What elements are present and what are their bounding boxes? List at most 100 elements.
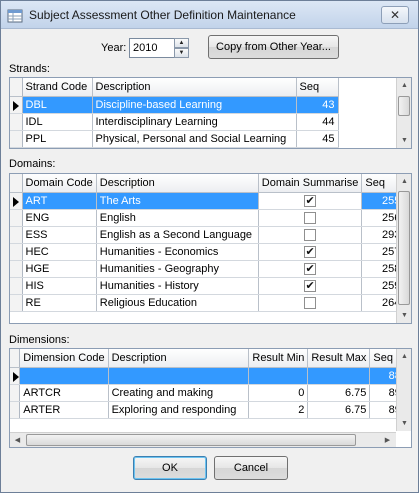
- cancel-button[interactable]: Cancel: [214, 456, 288, 480]
- checkbox[interactable]: ✔: [304, 262, 317, 275]
- row-header[interactable]: [10, 130, 23, 148]
- table-row[interactable]: ARTER Exploring and responding 2 6.75 89…: [10, 401, 411, 419]
- dimension-result-max-cell[interactable]: [307, 367, 371, 385]
- row-header[interactable]: [10, 226, 23, 244]
- row-header[interactable]: [10, 277, 23, 295]
- domain-description-cell[interactable]: The Arts: [96, 192, 259, 210]
- column-header[interactable]: Description: [108, 349, 250, 368]
- row-header[interactable]: [10, 401, 21, 419]
- table-row[interactable]: HIS Humanities - History ✔ 259: [10, 277, 405, 295]
- close-button[interactable]: ✕: [381, 6, 409, 24]
- row-header[interactable]: [10, 384, 21, 402]
- dimension-code-cell[interactable]: [19, 367, 109, 385]
- column-header[interactable]: Description: [92, 78, 297, 97]
- column-header[interactable]: Result Min: [248, 349, 309, 368]
- column-header[interactable]: Result Max: [307, 349, 371, 368]
- domain-description-cell[interactable]: English: [96, 209, 259, 227]
- dimension-result-min-cell[interactable]: [248, 367, 309, 385]
- checkbox[interactable]: ✔: [304, 194, 317, 207]
- row-header[interactable]: [10, 209, 23, 227]
- table-row[interactable]: ENG English 256: [10, 209, 405, 227]
- spin-down-icon[interactable]: ▼: [174, 48, 189, 58]
- domain-summarise-cell[interactable]: ✔: [258, 243, 363, 261]
- year-spinner[interactable]: ▲ ▼: [174, 38, 189, 58]
- strand-seq-cell[interactable]: 44: [296, 113, 339, 131]
- dimension-description-cell[interactable]: Exploring and responding: [108, 401, 250, 419]
- dimension-code-cell[interactable]: ARTER: [19, 401, 109, 419]
- column-header[interactable]: Domain Summarise: [258, 174, 363, 193]
- domain-code-cell[interactable]: ESS: [22, 226, 97, 244]
- domain-code-cell[interactable]: ENG: [22, 209, 97, 227]
- table-row[interactable]: 889: [10, 367, 411, 385]
- domain-description-cell[interactable]: Religious Education: [96, 294, 259, 312]
- table-row[interactable]: PPL Physical, Personal and Social Learni…: [10, 130, 339, 148]
- scroll-up-icon[interactable]: ▲: [397, 174, 411, 189]
- copy-from-other-year-button[interactable]: Copy from Other Year...: [208, 35, 339, 59]
- domain-code-cell[interactable]: HIS: [22, 277, 97, 295]
- table-row[interactable]: ART The Arts ✔ 255: [10, 192, 405, 210]
- domain-summarise-cell[interactable]: ✔: [258, 277, 363, 295]
- scroll-left-icon[interactable]: ◀: [10, 433, 25, 447]
- domains-grid[interactable]: Domain Code Description Domain Summarise…: [9, 173, 412, 324]
- row-header[interactable]: [10, 260, 23, 278]
- table-row[interactable]: HGE Humanities - Geography ✔ 258: [10, 260, 405, 278]
- scroll-down-icon[interactable]: ▼: [397, 308, 411, 323]
- dimension-result-min-cell[interactable]: 2: [248, 401, 309, 419]
- checkbox[interactable]: ✔: [304, 245, 317, 258]
- strand-description-cell[interactable]: Discipline-based Learning: [92, 96, 297, 114]
- row-header[interactable]: [10, 192, 23, 210]
- checkbox[interactable]: [304, 211, 317, 224]
- domain-code-cell[interactable]: HEC: [22, 243, 97, 261]
- scroll-up-icon[interactable]: ▲: [397, 349, 411, 364]
- table-row[interactable]: IDL Interdisciplinary Learning 44: [10, 113, 339, 131]
- table-row[interactable]: ESS English as a Second Language 293: [10, 226, 405, 244]
- dimensions-grid[interactable]: Dimension Code Description Result Min Re…: [9, 348, 412, 448]
- dimension-result-max-cell[interactable]: 6.75: [307, 384, 371, 402]
- scroll-right-icon[interactable]: ▶: [380, 433, 395, 447]
- row-header[interactable]: [10, 96, 23, 114]
- strand-description-cell[interactable]: Physical, Personal and Social Learning: [92, 130, 297, 148]
- scroll-thumb[interactable]: [398, 96, 410, 116]
- domain-code-cell[interactable]: ART: [22, 192, 97, 210]
- domain-description-cell[interactable]: Humanities - History: [96, 277, 259, 295]
- column-header[interactable]: Dimension Code: [19, 349, 109, 368]
- row-header[interactable]: [10, 294, 23, 312]
- domain-summarise-cell[interactable]: ✔: [258, 192, 363, 210]
- column-header[interactable]: Seq: [296, 78, 339, 97]
- domain-description-cell[interactable]: English as a Second Language: [96, 226, 259, 244]
- strand-code-cell[interactable]: PPL: [22, 130, 93, 148]
- column-header[interactable]: Description: [96, 174, 259, 193]
- strands-grid[interactable]: Strand Code Description Seq DBL Discipli…: [9, 77, 412, 149]
- checkbox[interactable]: ✔: [304, 279, 317, 292]
- dimensions-horizontal-scrollbar[interactable]: ◀ ▶: [10, 432, 396, 447]
- checkbox[interactable]: [304, 228, 317, 241]
- row-header[interactable]: [10, 113, 23, 131]
- scroll-thumb[interactable]: [398, 191, 410, 305]
- scroll-down-icon[interactable]: ▼: [397, 133, 411, 148]
- ok-button[interactable]: OK: [133, 456, 207, 480]
- checkbox[interactable]: [304, 296, 317, 309]
- title-bar[interactable]: Subject Assessment Other Definition Main…: [1, 1, 418, 29]
- year-input[interactable]: [129, 38, 175, 58]
- horizontal-scroll-thumb[interactable]: [26, 434, 356, 446]
- table-row[interactable]: DBL Discipline-based Learning 43: [10, 96, 339, 114]
- strands-vertical-scrollbar[interactable]: ▲ ▼: [396, 78, 411, 148]
- scroll-down-icon[interactable]: ▼: [397, 416, 411, 431]
- domain-summarise-cell[interactable]: ✔: [258, 260, 363, 278]
- row-header[interactable]: [10, 243, 23, 261]
- strand-code-cell[interactable]: IDL: [22, 113, 93, 131]
- dimension-result-max-cell[interactable]: 6.75: [307, 401, 371, 419]
- dimension-description-cell[interactable]: [108, 367, 250, 385]
- domain-summarise-cell[interactable]: [258, 226, 363, 244]
- table-row[interactable]: HEC Humanities - Economics ✔ 257: [10, 243, 405, 261]
- strand-description-cell[interactable]: Interdisciplinary Learning: [92, 113, 297, 131]
- domain-description-cell[interactable]: Humanities - Economics: [96, 243, 259, 261]
- spin-up-icon[interactable]: ▲: [174, 38, 189, 48]
- dimensions-vertical-scrollbar[interactable]: ▲ ▼: [396, 349, 411, 431]
- dimension-description-cell[interactable]: Creating and making: [108, 384, 250, 402]
- dimension-result-min-cell[interactable]: 0: [248, 384, 309, 402]
- column-header[interactable]: Strand Code: [22, 78, 93, 97]
- domain-code-cell[interactable]: RE: [22, 294, 97, 312]
- strand-seq-cell[interactable]: 45: [296, 130, 339, 148]
- strand-seq-cell[interactable]: 43: [296, 96, 339, 114]
